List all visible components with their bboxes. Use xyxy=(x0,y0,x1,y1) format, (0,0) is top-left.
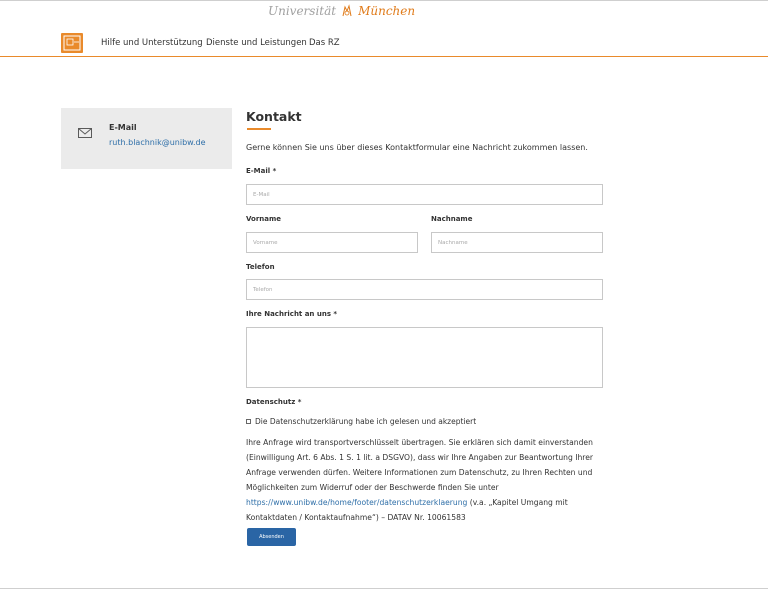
contact-email-link[interactable]: ruth.blachnik@unibw.de xyxy=(109,138,206,147)
phone-field[interactable] xyxy=(246,279,603,300)
university-brand[interactable]: Universität München xyxy=(268,3,415,19)
contact-email-label: E-Mail xyxy=(109,123,137,132)
privacy-checkbox-label[interactable]: Die Datenschutzerklärung habe ich gelese… xyxy=(255,417,476,426)
nav-item-dienste[interactable]: Dienste und Leistungen xyxy=(206,38,307,48)
privacy-checkbox[interactable] xyxy=(246,419,251,424)
email-label: E-Mail * xyxy=(246,167,277,175)
intro-text: Gerne können Sie uns über dieses Kontakt… xyxy=(246,143,588,152)
university-seal-icon xyxy=(342,4,352,17)
bottom-border xyxy=(0,588,768,589)
main-navigation: Hilfe und Unterstützung Dienste und Leis… xyxy=(0,30,768,57)
privacy-notice: Ihre Anfrage wird transportverschlüsselt… xyxy=(246,435,606,525)
mail-icon xyxy=(78,128,92,138)
privacy-consent-row: Die Datenschutzerklärung habe ich gelese… xyxy=(246,417,476,426)
message-label: Ihre Nachricht an uns * xyxy=(246,310,338,318)
top-border xyxy=(0,0,768,1)
lastname-label: Nachname xyxy=(431,215,473,223)
nav-item-hilfe[interactable]: Hilfe und Unterstützung xyxy=(101,38,203,48)
rz-logo-icon[interactable] xyxy=(61,33,83,53)
privacy-policy-link[interactable]: https://www.unibw.de/home/footer/datensc… xyxy=(246,498,467,507)
brand-left-text: Universität xyxy=(268,4,337,18)
brand-right-text: München xyxy=(358,4,416,18)
phone-label: Telefon xyxy=(246,263,275,271)
nav-item-das-rz[interactable]: Das RZ xyxy=(309,38,340,48)
privacy-label: Datenschutz * xyxy=(246,398,302,406)
lastname-field[interactable] xyxy=(431,232,603,253)
firstname-field[interactable] xyxy=(246,232,418,253)
email-field[interactable] xyxy=(246,184,603,205)
message-textarea[interactable] xyxy=(246,327,603,388)
page-title: Kontakt xyxy=(246,109,302,124)
contact-sidebar: E-Mail ruth.blachnik@unibw.de xyxy=(61,108,232,169)
nav-divider xyxy=(0,56,768,57)
firstname-label: Vorname xyxy=(246,215,282,223)
privacy-notice-text: Ihre Anfrage wird transportverschlüsselt… xyxy=(246,438,594,492)
submit-button[interactable]: Absenden xyxy=(247,528,296,546)
title-underline xyxy=(247,128,271,130)
